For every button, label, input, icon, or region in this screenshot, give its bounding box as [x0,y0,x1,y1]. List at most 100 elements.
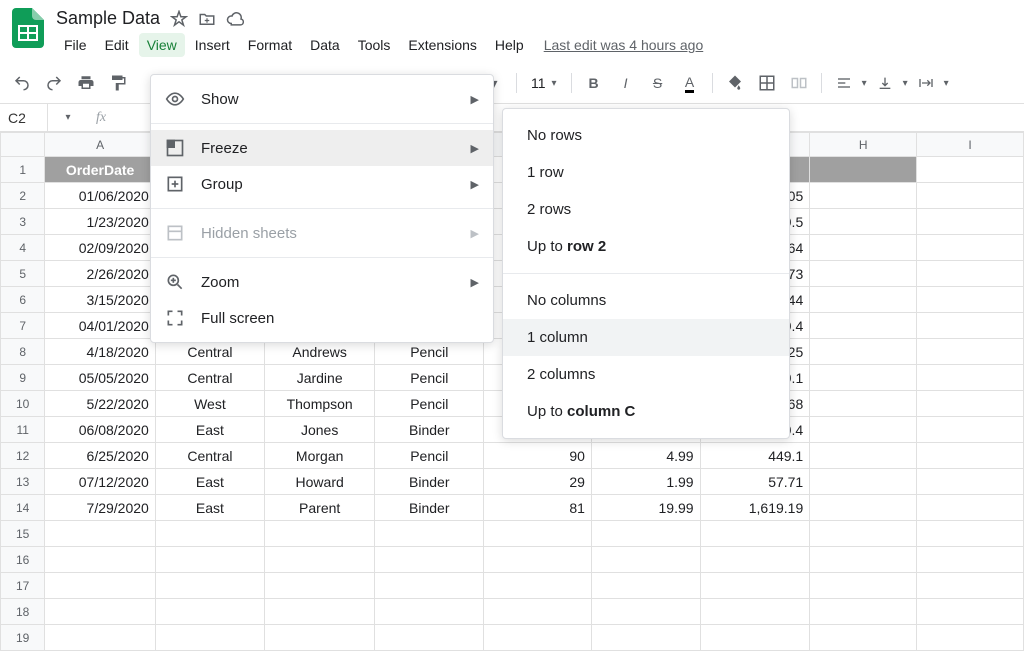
bold-icon[interactable]: B [580,69,608,97]
wrap-icon[interactable] [912,69,940,97]
cell[interactable]: Pencil [375,365,484,391]
merge-icon[interactable] [785,69,813,97]
cell[interactable] [484,521,592,547]
freeze-1-row[interactable]: 1 row [503,154,789,191]
cell[interactable]: 5/22/2020 [45,391,155,417]
cell[interactable] [45,521,155,547]
cell[interactable] [700,547,810,573]
cell[interactable]: Pencil [375,391,484,417]
cell[interactable] [591,599,700,625]
cell[interactable] [700,521,810,547]
cell[interactable]: 1,619.19 [700,495,810,521]
cell[interactable] [810,183,917,209]
row-header[interactable]: 11 [1,417,45,443]
menu-file[interactable]: File [56,33,95,57]
cell[interactable] [265,625,375,651]
row-header[interactable]: 1 [1,157,45,183]
sheets-logo[interactable] [8,8,48,48]
row-header[interactable]: 5 [1,261,45,287]
cell[interactable]: East [155,469,264,495]
cell[interactable]: Thompson [265,391,375,417]
row-header[interactable]: 17 [1,573,45,599]
cell[interactable] [810,209,917,235]
move-icon[interactable] [198,10,216,28]
cell[interactable]: Jones [265,417,375,443]
cell[interactable] [917,235,1024,261]
cell[interactable] [265,521,375,547]
cell[interactable] [917,625,1024,651]
cell[interactable]: East [155,495,264,521]
cell[interactable]: Binder [375,469,484,495]
cell[interactable] [700,625,810,651]
cell[interactable] [45,573,155,599]
row-header[interactable]: 12 [1,443,45,469]
cell[interactable]: Parent [265,495,375,521]
freeze-up-to-column[interactable]: Up to column C [503,393,789,430]
paint-format-icon[interactable] [104,69,132,97]
cell[interactable]: 2/26/2020 [45,261,155,287]
row-header[interactable]: 10 [1,391,45,417]
print-icon[interactable] [72,69,100,97]
freeze-2-columns[interactable]: 2 columns [503,356,789,393]
cell[interactable] [155,599,264,625]
cell[interactable] [917,599,1024,625]
cell[interactable]: 06/08/2020 [45,417,155,443]
cell[interactable] [810,261,917,287]
cell[interactable] [375,547,484,573]
cell[interactable] [810,547,917,573]
cell[interactable] [591,573,700,599]
cell[interactable] [917,495,1024,521]
cell[interactable] [917,313,1024,339]
row-header[interactable]: 15 [1,521,45,547]
cell[interactable] [810,157,917,183]
view-zoom[interactable]: Zoom ▶ [151,264,493,300]
redo-icon[interactable] [40,69,68,97]
cell[interactable]: 57.71 [700,469,810,495]
view-freeze[interactable]: Freeze ▶ [151,130,493,166]
row-header[interactable]: 4 [1,235,45,261]
star-icon[interactable] [170,10,188,28]
col-header[interactable]: I [917,133,1024,157]
menu-help[interactable]: Help [487,33,532,57]
cell[interactable] [810,573,917,599]
cell[interactable] [810,469,917,495]
cell[interactable]: 19.99 [591,495,700,521]
menu-format[interactable]: Format [240,33,300,57]
cell[interactable] [484,547,592,573]
cell[interactable] [917,547,1024,573]
view-group[interactable]: Group ▶ [151,166,493,202]
cell[interactable]: Pencil [375,443,484,469]
cell[interactable] [265,599,375,625]
cell[interactable]: Central [155,443,264,469]
undo-icon[interactable] [8,69,36,97]
fill-color-icon[interactable] [721,69,749,97]
text-color-icon[interactable]: A [676,69,704,97]
cell[interactable]: Central [155,365,264,391]
cell[interactable] [591,521,700,547]
cell[interactable]: 29 [484,469,592,495]
cell[interactable] [591,547,700,573]
menu-extensions[interactable]: Extensions [400,33,484,57]
row-header[interactable]: 9 [1,365,45,391]
menu-data[interactable]: Data [302,33,348,57]
row-header[interactable]: 14 [1,495,45,521]
name-box-dd-icon[interactable]: ▾ [48,112,88,123]
menu-edit[interactable]: Edit [97,33,137,57]
last-edit-link[interactable]: Last edit was 4 hours ago [544,37,704,53]
italic-icon[interactable]: I [612,69,640,97]
row-header[interactable]: 7 [1,313,45,339]
cell[interactable]: East [155,417,264,443]
cell[interactable]: 07/12/2020 [45,469,155,495]
row-header[interactable]: 8 [1,339,45,365]
cell[interactable] [484,625,592,651]
strike-icon[interactable]: S [644,69,672,97]
cell[interactable] [810,313,917,339]
cell[interactable] [155,547,264,573]
row-header[interactable]: 6 [1,287,45,313]
cell[interactable]: 01/06/2020 [45,183,155,209]
cell[interactable]: 02/09/2020 [45,235,155,261]
cell[interactable] [810,599,917,625]
freeze-no-columns[interactable]: No columns [503,282,789,319]
cell[interactable]: 449.1 [700,443,810,469]
cell[interactable] [155,625,264,651]
